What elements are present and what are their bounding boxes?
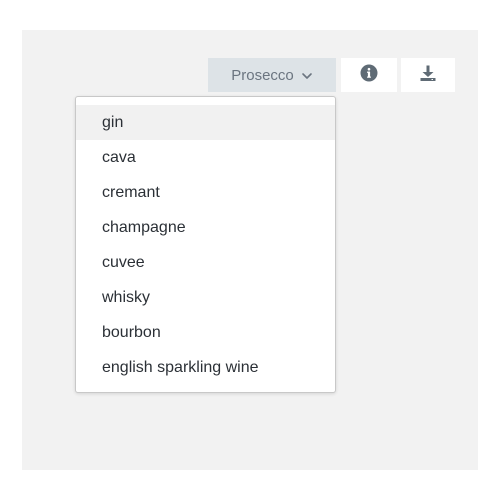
info-button[interactable] <box>341 58 397 92</box>
chevron-down-icon <box>301 69 313 81</box>
dropdown-item-champagne[interactable]: champagne <box>76 210 335 245</box>
dropdown-item-label: english sparkling wine <box>102 359 259 376</box>
dropdown-item-label: gin <box>102 114 124 131</box>
dropdown-item-bourbon[interactable]: bourbon <box>76 315 335 350</box>
dropdown-item-label: cremant <box>102 184 160 201</box>
beverage-dropdown-menu: gin cava cremant champagne cuvee whisky … <box>75 96 336 393</box>
dropdown-item-cremant[interactable]: cremant <box>76 175 335 210</box>
dropdown-item-english-sparkling-wine[interactable]: english sparkling wine <box>76 350 335 385</box>
download-icon <box>419 64 437 87</box>
dropdown-item-label: whisky <box>102 289 151 306</box>
dropdown-item-label: cava <box>102 149 136 166</box>
dropdown-item-label: champagne <box>102 219 186 236</box>
dropdown-item-label: bourbon <box>102 324 161 341</box>
download-button[interactable] <box>401 58 455 92</box>
dropdown-item-cava[interactable]: cava <box>76 140 335 175</box>
dropdown-item-gin[interactable]: gin <box>76 105 335 140</box>
dropdown-item-whisky[interactable]: whisky <box>76 280 335 315</box>
info-icon <box>360 64 378 87</box>
beverage-select-button[interactable]: Prosecco <box>208 58 336 92</box>
select-value: Prosecco <box>231 66 294 84</box>
dropdown-item-label: cuvee <box>102 254 145 271</box>
dropdown-item-cuvee[interactable]: cuvee <box>76 245 335 280</box>
